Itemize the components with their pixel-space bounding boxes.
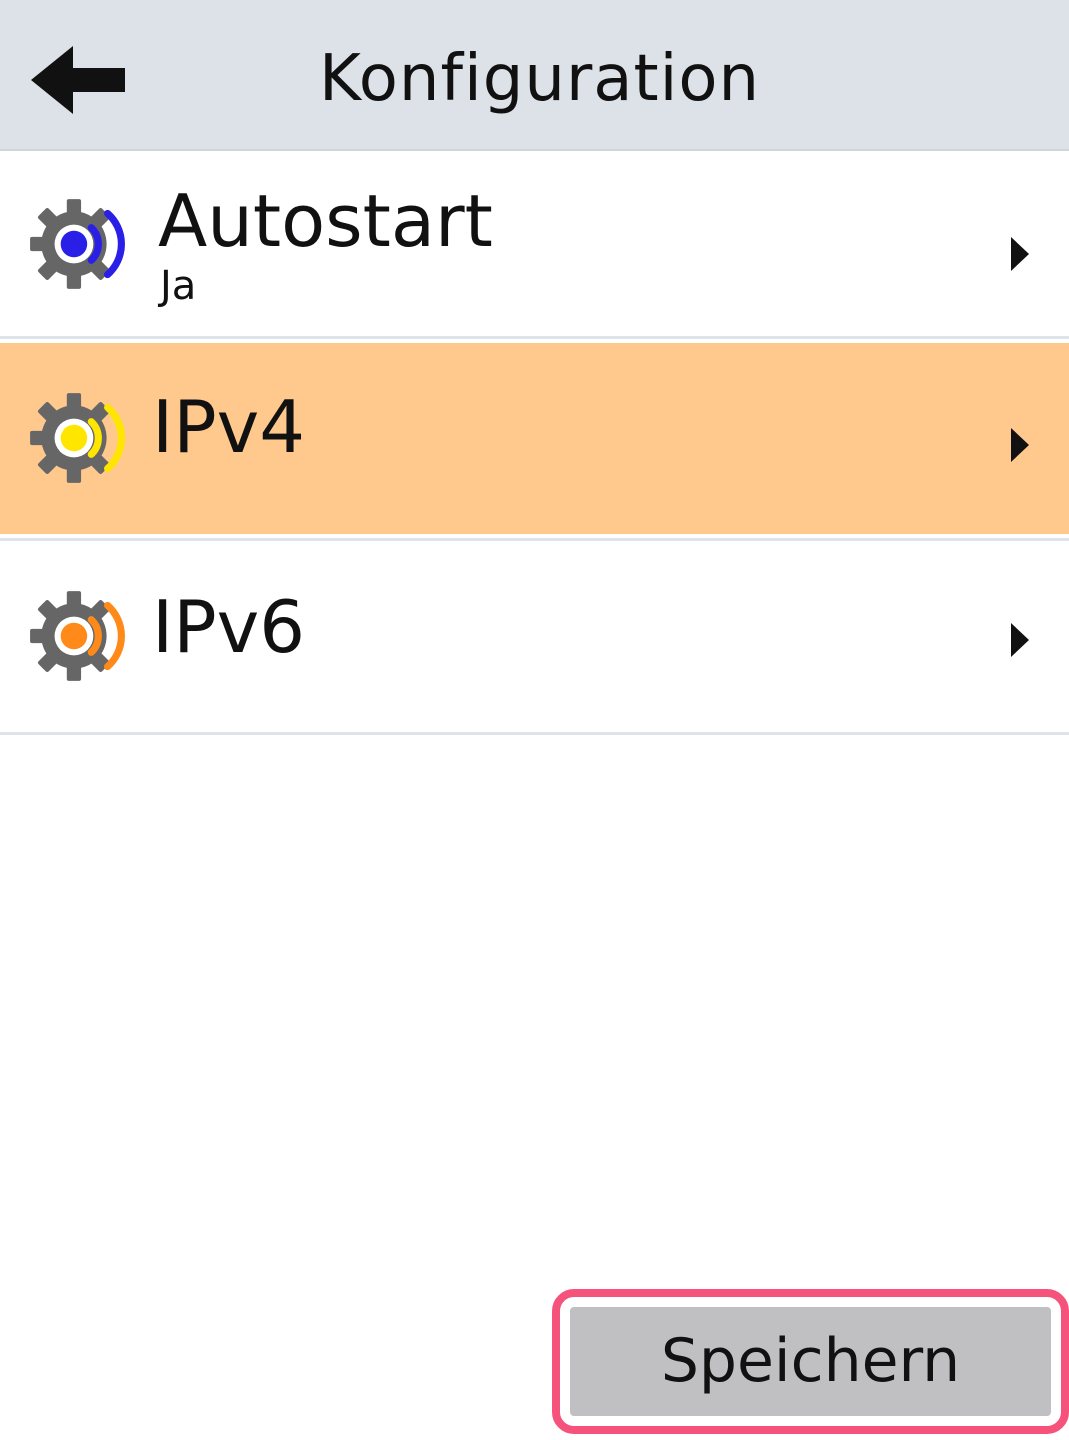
list-item-ipv4[interactable]: IPv4 — [0, 343, 1069, 534]
divider — [0, 336, 1069, 339]
page-title: Konfiguration — [318, 42, 761, 116]
save-button-highlight: Speichern — [552, 1289, 1069, 1434]
list-item-ipv6[interactable]: IPv6 — [0, 541, 1069, 732]
list-item-autostart[interactable]: Autostart Ja — [0, 153, 1069, 336]
gear-signal-icon — [26, 585, 125, 687]
header-bar: Konfiguration — [0, 0, 1069, 151]
list-item-title: IPv6 — [152, 585, 306, 669]
list-item-subtitle: Ja — [160, 263, 197, 309]
chevron-right-icon — [1011, 623, 1029, 657]
gear-signal-icon — [26, 193, 125, 295]
arrow-left-icon — [31, 46, 125, 114]
list-item-title: IPv4 — [152, 385, 306, 469]
save-button[interactable]: Speichern — [570, 1307, 1051, 1416]
gear-signal-icon — [26, 387, 125, 489]
chevron-right-icon — [1011, 237, 1029, 271]
chevron-right-icon — [1011, 428, 1029, 462]
back-button[interactable] — [24, 36, 134, 124]
list-item-title: Autostart — [158, 179, 493, 263]
divider — [0, 732, 1069, 735]
